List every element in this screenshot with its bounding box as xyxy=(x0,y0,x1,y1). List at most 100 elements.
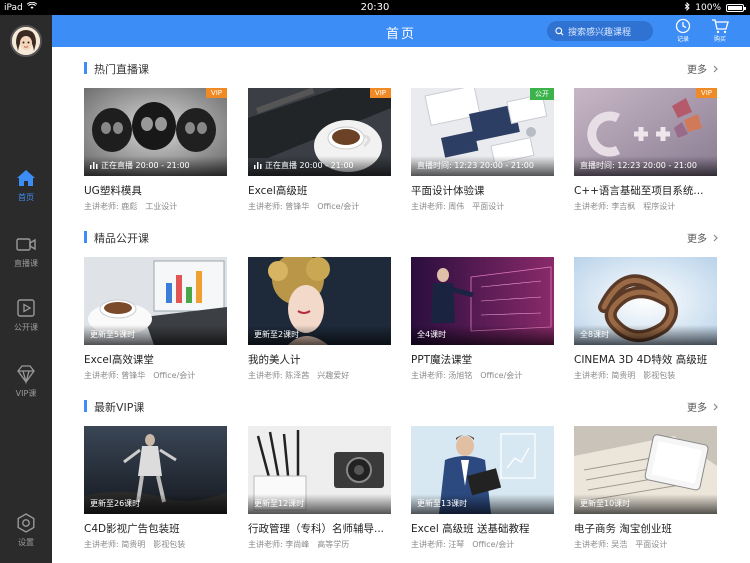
course-thumbnail[interactable]: 直播时间: 12:23 20:00 - 21:00 VIP xyxy=(574,88,717,176)
record-button[interactable]: 记录 xyxy=(668,18,698,43)
course-caption: 全4课时 xyxy=(417,330,447,339)
course-card[interactable]: 更新至10课时 电子商务 淘宝创业班 主讲老师: 吴浩 平面设计 xyxy=(574,426,717,550)
course-caption: 更新至12课时 xyxy=(254,499,305,508)
course-title[interactable]: Excel高效课堂 xyxy=(84,352,227,367)
bluetooth-icon xyxy=(684,1,690,14)
vip-badge: VIP xyxy=(369,88,391,98)
vip-badge: VIP xyxy=(695,88,717,98)
course-caption: 直播时间: 12:23 20:00 - 21:00 xyxy=(417,161,534,170)
course-category: 影视包装 xyxy=(153,540,186,549)
search-input[interactable]: 搜索感兴趣课程 xyxy=(547,21,653,41)
course-title[interactable]: UG塑料模具 xyxy=(84,183,227,198)
course-thumbnail[interactable]: 正在直播 20:00 - 21:00 VIP xyxy=(84,88,227,176)
sidebar-item-open-course[interactable]: 公开课 xyxy=(0,297,52,333)
course-card[interactable]: 更新至2课时 我的美人计 主讲老师: 陈泽茜 兴趣爱好 xyxy=(248,257,391,381)
sidebar: 首页 直播课 公开课 VIP课 设置 xyxy=(0,15,52,563)
course-teacher: 主讲老师: 曾锋华 xyxy=(248,202,310,211)
course-teacher: 主讲老师: 李吉枫 xyxy=(574,202,636,211)
course-teacher: 主讲老师: 李尚峰 xyxy=(248,540,310,549)
chevron-right-icon xyxy=(713,234,718,241)
course-card[interactable]: 更新至5课时 Excel高效课堂 主讲老师: 曾锋华 Office/会计 xyxy=(84,257,227,381)
course-category: 影视包装 xyxy=(643,371,676,380)
course-caption: 更新至13课时 xyxy=(417,499,468,508)
course-thumbnail[interactable]: 全4课时 xyxy=(411,257,554,345)
section-header-live: 热门直播课 更多 xyxy=(84,61,718,76)
sidebar-item-vip[interactable]: VIP课 xyxy=(0,363,52,399)
sidebar-item-label: 设置 xyxy=(18,538,34,547)
sidebar-item-label: VIP课 xyxy=(15,389,37,398)
course-title[interactable]: 电子商务 淘宝创业班 xyxy=(574,521,717,536)
section-header-open: 精品公开课 更多 xyxy=(84,230,718,245)
course-title[interactable]: CINEMA 3D 4D特效 高级班 xyxy=(574,352,717,367)
course-title[interactable]: 行政管理（专科）名师辅导... xyxy=(248,521,391,536)
course-thumbnail[interactable]: 正在直播 20:00 - 21:00 VIP xyxy=(248,88,391,176)
clock: 20:30 xyxy=(360,2,390,13)
course-category: Office/会计 xyxy=(480,371,523,380)
sidebar-item-label: 直播课 xyxy=(14,259,38,268)
course-caption: 更新至5课时 xyxy=(90,330,136,339)
course-thumbnail[interactable]: 更新至10课时 xyxy=(574,426,717,514)
more-link[interactable]: 更多 xyxy=(687,230,718,245)
course-thumbnail[interactable]: 更新至5课时 xyxy=(84,257,227,345)
course-thumbnail[interactable]: 更新至2课时 xyxy=(248,257,391,345)
sidebar-item-home[interactable]: 首页 xyxy=(0,167,52,203)
course-card[interactable]: 更新至12课时 行政管理（专科）名师辅导... 主讲老师: 李尚峰 高等学历 xyxy=(248,426,391,550)
course-category: Office/会计 xyxy=(317,202,360,211)
sidebar-item-label: 公开课 xyxy=(14,323,38,332)
chevron-right-icon xyxy=(713,403,718,410)
course-card[interactable]: 更新至26课时 C4D影视广告包装班 主讲老师: 简贵明 影视包装 xyxy=(84,426,227,550)
course-teacher: 主讲老师: 曾锋华 xyxy=(84,371,146,380)
cart-icon xyxy=(712,19,729,34)
live-bars-icon xyxy=(254,162,262,169)
course-caption: 更新至10课时 xyxy=(580,499,631,508)
course-card[interactable]: 更新至13课时 Excel 高级班 送基础教程 主讲老师: 汪琴 Office/会… xyxy=(411,426,554,550)
home-icon xyxy=(17,170,35,186)
battery-fill xyxy=(728,6,742,10)
search-placeholder: 搜索感兴趣课程 xyxy=(568,27,632,38)
course-title[interactable]: Excel高级班 xyxy=(248,183,391,198)
course-category: Office/会计 xyxy=(472,540,515,549)
course-card[interactable]: 直播时间: 12:23 20:00 - 21:00 VIP C++语言基础至项目… xyxy=(574,88,717,212)
gear-icon xyxy=(17,513,35,533)
cart-button[interactable]: 购买 xyxy=(705,18,735,43)
course-card[interactable]: 直播时间: 12:23 20:00 - 21:00 公开 平面设计体验课 主讲老… xyxy=(411,88,554,212)
live-bars-icon xyxy=(90,162,98,169)
sidebar-item-live[interactable]: 直播课 xyxy=(0,233,52,269)
course-teacher: 主讲老师: 简贵明 xyxy=(84,540,146,549)
section-header-vip: 最新VIP课 更多 xyxy=(84,399,718,414)
course-card[interactable]: 全8课时 CINEMA 3D 4D特效 高级班 主讲老师: 简贵明 影视包装 xyxy=(574,257,717,381)
course-teacher: 主讲老师: 吴浩 xyxy=(574,540,628,549)
course-caption: 更新至2课时 xyxy=(254,330,300,339)
course-teacher: 主讲老师: 陈泽茜 xyxy=(248,371,310,380)
course-caption: 更新至26课时 xyxy=(90,499,141,508)
course-thumbnail[interactable]: 全8课时 xyxy=(574,257,717,345)
course-card[interactable]: 正在直播 20:00 - 21:00 VIP Excel高级班 主讲老师: 曾锋… xyxy=(248,88,391,212)
more-link[interactable]: 更多 xyxy=(687,399,718,414)
course-title[interactable]: PPT魔法课堂 xyxy=(411,352,554,367)
course-card[interactable]: 全4课时 PPT魔法课堂 主讲老师: 汤旭铭 Office/会计 xyxy=(411,257,554,381)
course-caption: 全8课时 xyxy=(580,330,610,339)
course-title[interactable]: 我的美人计 xyxy=(248,352,391,367)
search-icon xyxy=(555,26,564,35)
avatar[interactable] xyxy=(10,25,42,57)
play-box-icon xyxy=(17,299,35,317)
course-title[interactable]: C++语言基础至项目系统... xyxy=(574,183,717,198)
more-link[interactable]: 更多 xyxy=(687,61,718,76)
course-title[interactable]: C4D影视广告包装班 xyxy=(84,521,227,536)
course-category: 兴趣爱好 xyxy=(317,371,350,380)
course-thumbnail[interactable]: 更新至26课时 xyxy=(84,426,227,514)
course-thumbnail[interactable]: 更新至13课时 xyxy=(411,426,554,514)
course-thumbnail[interactable]: 直播时间: 12:23 20:00 - 21:00 公开 xyxy=(411,88,554,176)
cart-label: 购买 xyxy=(713,36,726,43)
section-title: 精品公开课 xyxy=(94,232,149,245)
course-thumbnail[interactable]: 更新至12课时 xyxy=(248,426,391,514)
course-title[interactable]: 平面设计体验课 xyxy=(411,183,554,198)
course-card[interactable]: 正在直播 20:00 - 21:00 VIP UG塑料模具 主讲老师: 鹿彪 工业… xyxy=(84,88,227,212)
sidebar-item-settings[interactable]: 设置 xyxy=(0,512,52,548)
course-category: 工业设计 xyxy=(145,202,178,211)
course-category: 程序设计 xyxy=(643,202,676,211)
vip-badge: VIP xyxy=(205,88,227,98)
course-title[interactable]: Excel 高级班 送基础教程 xyxy=(411,521,554,536)
video-camera-icon xyxy=(16,238,36,251)
battery-icon xyxy=(726,4,746,12)
